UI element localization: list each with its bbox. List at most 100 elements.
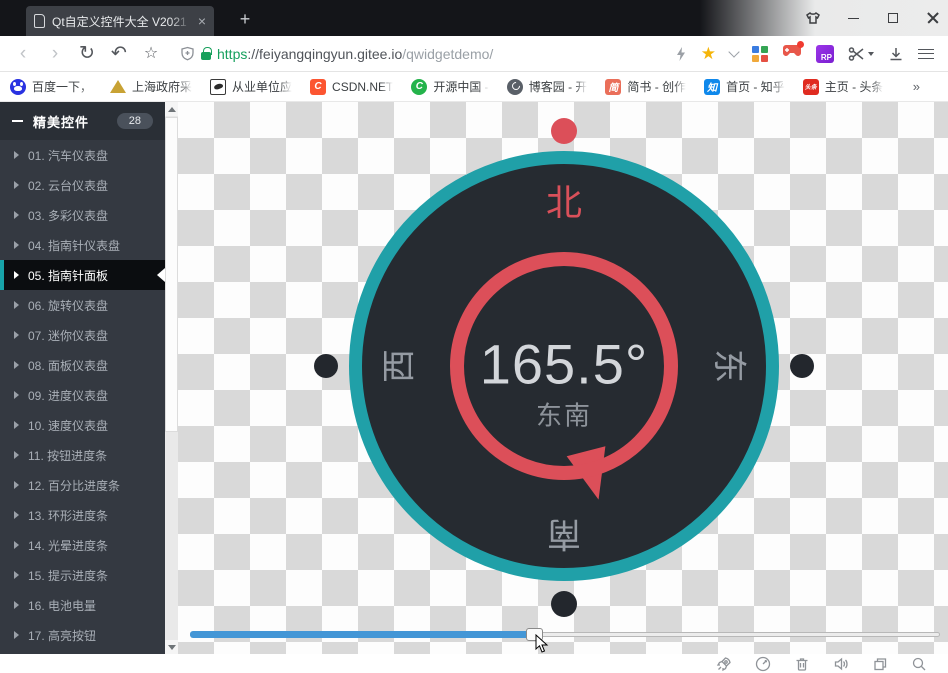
speaker-icon[interactable] [832,655,850,673]
sidebar-item-02[interactable]: 02. 云台仪表盘 [0,170,165,200]
back-icon[interactable]: ‹ [8,44,38,63]
bookmark-zhihu[interactable]: 知首页 - 知乎 [704,78,785,95]
forward-icon[interactable]: › [40,44,70,63]
toolbar: ‹ › ↻ ↶ ☆ https://feiyangqingyun.gitee.i… [0,36,948,72]
sidebar-item-14[interactable]: 14. 光晕进度条 [0,530,165,560]
west-dot [314,354,338,378]
refresh-icon[interactable]: ↻ [72,44,102,63]
bookmark-baidu[interactable]: 百度一下， [10,78,92,95]
expand-icon [14,511,19,519]
sidebar-item-13[interactable]: 13. 环形进度条 [0,500,165,530]
skin-icon[interactable] [804,9,822,27]
sidebar-item-04[interactable]: 04. 指南针仪表盘 [0,230,165,260]
sidebar-item-10[interactable]: 10. 速度仪表盘 [0,410,165,440]
csdn-favicon: C [310,79,326,95]
download-icon[interactable] [888,46,904,62]
heading-value: 165.5° [480,332,649,397]
dashboard-icon[interactable] [754,655,772,673]
chevron-down-icon[interactable] [728,46,739,57]
favorites-star-icon[interactable]: ★ [701,45,716,62]
undo-icon[interactable]: ↶ [104,44,134,63]
bookmark-cnblogs[interactable]: 博客园 - 开 [507,78,588,95]
url-scheme: https [217,46,247,62]
west-label: 西 [372,349,421,383]
browser-tab[interactable]: Qt自定义控件大全 V2021 (Q × [26,6,214,36]
east-label: 东 [708,349,757,383]
titlebar: Qt自定义控件大全 V2021 (Q × + [0,0,948,36]
cnblogs-favicon [507,79,523,95]
bookmark-work[interactable]: 从业单位应 [210,78,292,95]
bookmark-csdn[interactable]: CCSDN.NET [310,79,393,95]
jianshu-favicon: 简 [605,79,621,95]
sidebar-item-15[interactable]: 15. 提示进度条 [0,560,165,590]
sidebar-item-07[interactable]: 07. 迷你仪表盘 [0,320,165,350]
close-button[interactable] [924,9,942,27]
sidebar-item-06[interactable]: 06. 旋转仪表盘 [0,290,165,320]
games-icon[interactable] [782,44,802,63]
east-dot [790,354,814,378]
expand-icon [14,211,19,219]
gov-favicon [110,80,126,93]
expand-icon [14,541,19,549]
url-text[interactable]: https://feiyangqingyun.gitee.io/qwidgetd… [217,46,493,62]
screenshot-tool[interactable] [848,46,874,62]
expand-icon [14,241,19,249]
expand-icon [14,451,19,459]
bookmark-oschina[interactable]: C开源中国 - [411,78,488,95]
sidebar-item-16[interactable]: 16. 电池电量 [0,590,165,620]
baidu-favicon [10,79,26,95]
scroll-up-icon[interactable] [165,102,178,116]
expand-icon [14,301,19,309]
https-lock-icon [201,52,211,60]
address-bar[interactable]: https://feiyangqingyun.gitee.io/qwidgetd… [180,46,675,62]
bookmark-gov[interactable]: 上海政府采 [110,78,192,95]
shield-icon[interactable] [180,46,195,61]
bookmark-jianshu[interactable]: 简简书 - 创作 [605,78,686,95]
sidebar-item-01[interactable]: 01. 汽车仪表盘 [0,140,165,170]
expand-icon [14,571,19,579]
rocket-icon[interactable] [715,655,733,673]
zhihu-favicon: 知 [704,79,720,95]
sidebar-scrollbar[interactable] [165,102,178,654]
apps-grid-icon[interactable] [752,46,768,62]
sidebar-header[interactable]: 精美控件 28 [0,102,165,140]
sidebar-item-11[interactable]: 11. 按钮进度条 [0,440,165,470]
collapse-icon [12,120,23,122]
minimize-button[interactable] [844,9,862,27]
browser-window: Qt自定义控件大全 V2021 (Q × + ‹ › ↻ ↶ ☆ https:/… [0,0,948,673]
url-host: ://feiyangqingyun.gitee.io [247,46,402,62]
maximize-button[interactable] [884,9,902,27]
toolbar-actions: ★ RP [675,44,948,63]
sidebar-item-08[interactable]: 08. 面板仪表盘 [0,350,165,380]
expand-icon [14,421,19,429]
url-path: /qwidgetdemo/ [402,46,493,62]
trash-icon[interactable] [793,655,811,673]
scrollbar-thumb[interactable] [165,117,178,432]
notification-dot [797,41,804,48]
work-favicon [210,79,226,95]
statusbar [0,654,948,673]
sidebar-item-12[interactable]: 12. 百分比进度条 [0,470,165,500]
menu-icon[interactable] [918,49,934,59]
expand-icon [14,271,19,279]
tab-title: Qt自定义控件大全 V2021 (Q [52,13,191,30]
sidebar-item-09[interactable]: 09. 进度仪表盘 [0,380,165,410]
sidebar-item-17[interactable]: 17. 高亮按钮 [0,620,165,650]
lightning-icon[interactable] [675,46,687,62]
sidebar-item-05-selected[interactable]: 05. 指南针面板 [0,260,165,290]
bookmarks-overflow-icon[interactable]: » [913,79,938,94]
sidebar-item-03[interactable]: 03. 多彩仪表盘 [0,200,165,230]
nav-buttons: ‹ › ↻ ↶ ☆ [0,44,166,63]
bookmark-star-icon[interactable]: ☆ [136,46,166,62]
rp-plugin-icon[interactable]: RP [816,45,834,63]
heading-slider[interactable] [190,626,940,644]
bookmarks-bar: 百度一下， 上海政府采 从业单位应 CCSDN.NET C开源中国 - 博客园 … [0,72,948,102]
new-tab-button[interactable]: + [232,6,258,32]
scroll-down-icon[interactable] [165,640,178,654]
search-icon[interactable] [910,655,928,673]
tab-close-icon[interactable]: × [198,14,206,28]
bookmark-toutiao[interactable]: 头条主页 - 头条 [803,78,884,95]
expand-icon [14,331,19,339]
slider-fill [190,631,531,638]
windows-icon[interactable] [871,655,889,673]
